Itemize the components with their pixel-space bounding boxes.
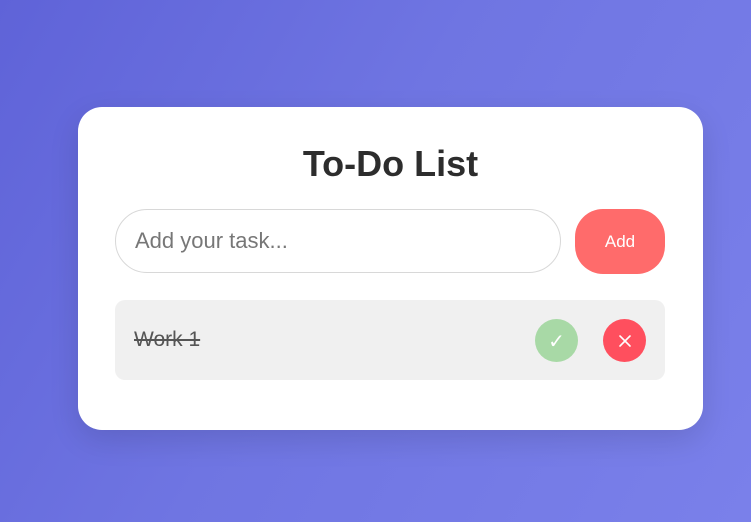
complete-task-button[interactable]: ✓ [535, 319, 578, 362]
todo-card: To-Do List Add Work 1 ✓ [78, 107, 703, 430]
task-text: Work 1 [134, 328, 201, 351]
delete-task-button[interactable] [603, 319, 646, 362]
add-task-button[interactable]: Add [575, 209, 665, 274]
page-title: To-Do List [302, 143, 479, 184]
list-item: Work 1 ✓ [115, 300, 665, 380]
task-input[interactable] [115, 209, 561, 273]
check-icon: ✓ [548, 328, 565, 353]
close-icon [618, 334, 631, 347]
